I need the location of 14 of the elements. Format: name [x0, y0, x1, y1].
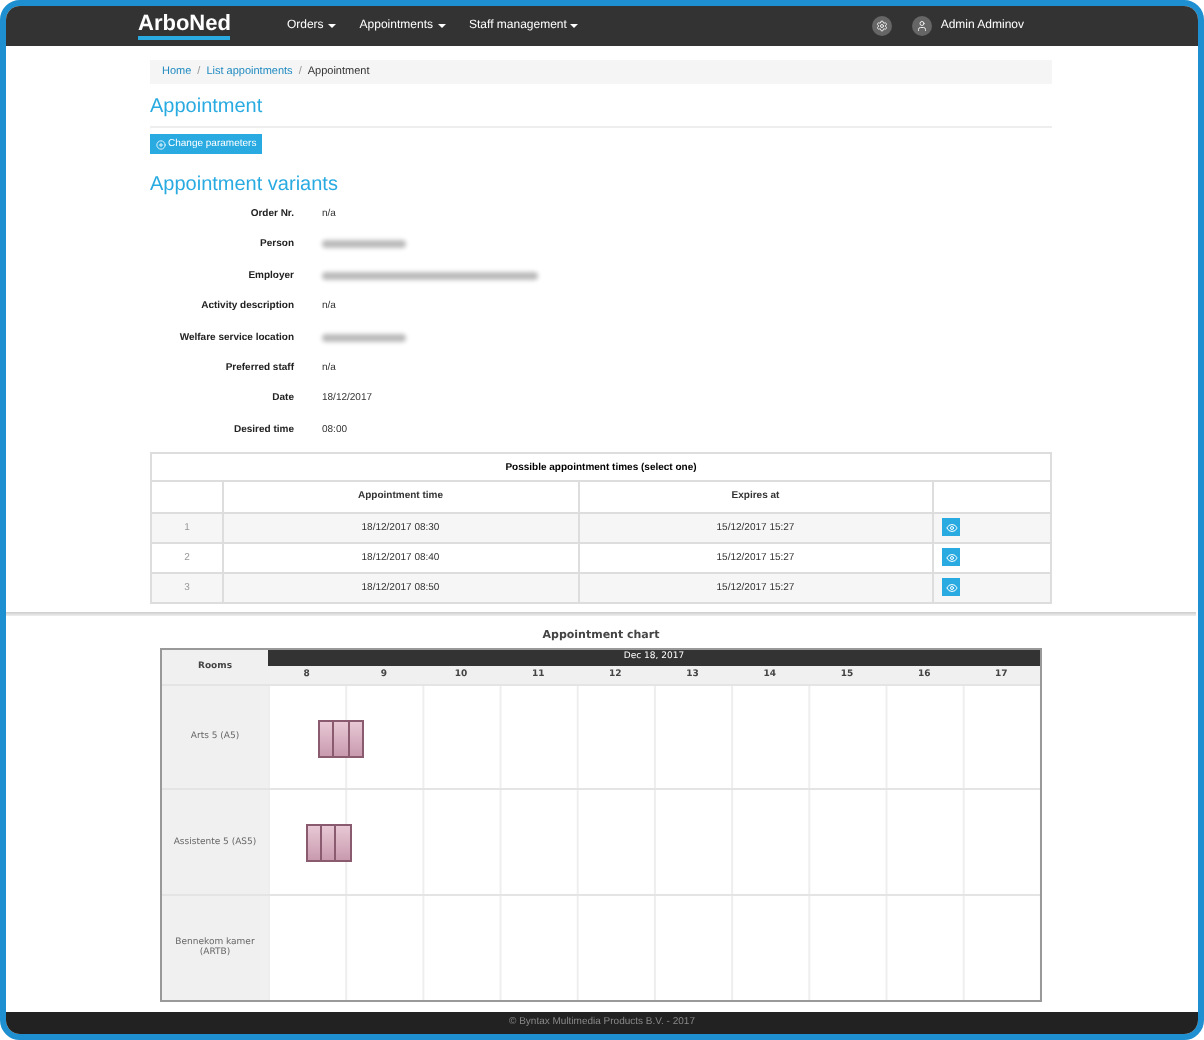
redacted-value — [322, 333, 406, 342]
appointment-blocks[interactable] — [305, 824, 352, 863]
page-title: Appointment — [150, 84, 1052, 128]
eye-icon — [945, 551, 957, 564]
logo[interactable]: ArboNed — [138, 13, 231, 39]
section-title: Appointment variants — [150, 174, 340, 196]
select-button[interactable] — [942, 548, 960, 567]
user-avatar-icon[interactable] — [912, 16, 933, 36]
appointment-blocks[interactable] — [318, 719, 365, 758]
eye-icon — [945, 581, 957, 594]
settings-icon[interactable] — [872, 16, 893, 36]
redacted-value — [322, 240, 406, 249]
eye-icon — [945, 521, 957, 534]
plus-icon — [156, 139, 166, 149]
